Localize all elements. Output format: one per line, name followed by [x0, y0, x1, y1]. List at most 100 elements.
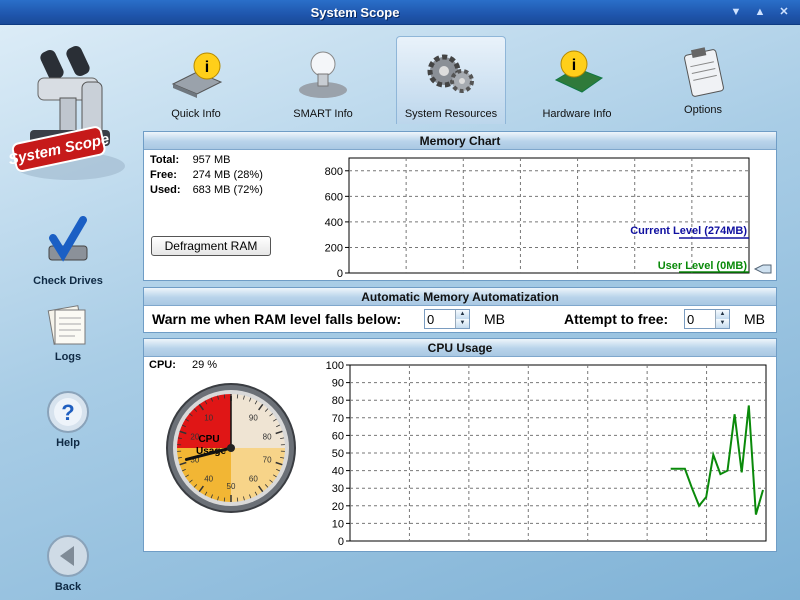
- attempt-up-arrow-icon[interactable]: ▲: [715, 310, 729, 319]
- tab-quick-info[interactable]: i Quick Info: [141, 36, 251, 124]
- warn-down-arrow-icon[interactable]: ▼: [455, 319, 469, 328]
- y-tick-label: 30: [332, 483, 344, 495]
- cpu-usage-title: CPU Usage: [144, 339, 776, 357]
- warn-up-arrow-icon[interactable]: ▲: [455, 310, 469, 319]
- cpu-usage-panel: CPU Usage CPU: 29 % 10 20 30 40 50 60 70 80 90 CP…: [143, 338, 777, 552]
- tab-options-label: Options: [684, 104, 722, 116]
- gauge-tick-label: 10: [204, 413, 213, 422]
- window-title: System Scope: [310, 5, 400, 20]
- tab-options[interactable]: Options: [648, 36, 758, 120]
- gauge-tick-label: 90: [249, 413, 258, 422]
- gauge-tick-label: 40: [204, 475, 213, 484]
- tab-system-resources[interactable]: System Resources: [396, 36, 506, 124]
- memory-chart-panel: Memory Chart Total: 957 MB Free: 274 MB (2…: [143, 131, 777, 281]
- info-board-icon: i: [554, 50, 604, 93]
- gauge-tick: [223, 394, 226, 399]
- memory-chart-title: Memory Chart: [144, 132, 776, 150]
- gauge-hub: [227, 444, 235, 452]
- y-tick-label: 200: [325, 242, 343, 254]
- y-tick-label: 0: [338, 536, 344, 548]
- attempt-free-spinner[interactable]: ▲ ▼: [684, 309, 730, 329]
- back-arrow-icon: [47, 535, 89, 577]
- total-label: Total:: [150, 154, 180, 166]
- warn-threshold-input[interactable]: [427, 312, 455, 326]
- gears-icon: [427, 54, 474, 93]
- help-button[interactable]: ? Help: [20, 390, 116, 449]
- plot-area: [348, 157, 750, 274]
- current-level-label: Current Level (274MB): [630, 225, 747, 237]
- check-drives-button[interactable]: Check Drives: [20, 216, 116, 287]
- check-drives-icon: [48, 216, 88, 262]
- info-disk-icon: i: [171, 52, 223, 98]
- cpu-label: CPU:: [149, 359, 176, 371]
- warn-threshold-spinner[interactable]: ▲ ▼: [424, 309, 470, 329]
- y-tick-label: 800: [325, 166, 343, 178]
- y-tick-label: 20: [332, 501, 344, 513]
- tab-hardware-info[interactable]: i Hardware Info: [522, 36, 632, 124]
- gauge-tick-label: 60: [249, 475, 258, 484]
- y-tick-label: 0: [337, 268, 343, 280]
- cpu-gauge: 102030405060708090CPUUsage: [166, 383, 296, 513]
- user-level-label: User Level (0MB): [658, 260, 748, 272]
- cpu-value: 29 %: [192, 359, 218, 371]
- svg-text:i: i: [572, 57, 576, 74]
- y-tick-label: 60: [332, 430, 344, 442]
- tab-smart-info[interactable]: SMART Info: [268, 36, 378, 124]
- attempt-label: Attempt to free:: [564, 311, 669, 327]
- automation-title: Automatic Memory Automatization: [144, 288, 776, 306]
- gauge-tick-label: 70: [263, 456, 272, 465]
- gauge-tick: [223, 497, 226, 502]
- y-tick-label: 70: [332, 413, 344, 425]
- y-tick-label: 600: [325, 191, 343, 203]
- help-icon: ?: [47, 391, 89, 433]
- memory-chart: 0 200 400 600 800 Current Level (274MB) User L…: [325, 157, 772, 280]
- svg-text:?: ?: [61, 400, 74, 425]
- tab-hardware-info-label: Hardware Info: [542, 108, 612, 120]
- system-scope-logo: System Scope: [7, 38, 133, 188]
- y-tick-label: 90: [332, 378, 344, 390]
- level-slider-icon: [753, 264, 772, 274]
- back-label: Back: [54, 581, 82, 593]
- logs-button[interactable]: Logs: [20, 302, 116, 363]
- smart-bulb-icon: [299, 51, 347, 98]
- memory-automation-panel: Automatic Memory Automatization Warn me …: [143, 287, 777, 333]
- total-value: 957 MB: [192, 154, 231, 166]
- tab-quick-info-label: Quick Info: [171, 108, 221, 120]
- used-value: 683 MB (72%): [192, 184, 263, 196]
- title-bar: System Scope ▼ ▲ ✕: [0, 0, 800, 25]
- y-tick-label: 40: [332, 466, 344, 478]
- warn-unit: MB: [484, 311, 505, 327]
- attempt-unit: MB: [744, 311, 765, 327]
- help-label: Help: [56, 437, 80, 449]
- y-tick-label: 50: [332, 448, 344, 460]
- close-icon[interactable]: ✕: [776, 4, 792, 20]
- attempt-free-input[interactable]: [687, 312, 715, 326]
- minimize-icon[interactable]: ▲: [752, 4, 768, 20]
- y-tick-label: 80: [332, 395, 344, 407]
- y-tick-label: 400: [325, 217, 343, 229]
- gauge-tick: [236, 497, 239, 502]
- y-tick-label: 10: [332, 518, 344, 530]
- gauge-tick: [236, 394, 239, 399]
- gauge-tick-label: 80: [263, 432, 272, 441]
- attempt-down-arrow-icon[interactable]: ▼: [715, 319, 729, 328]
- gauge-tick-label: 50: [227, 482, 236, 491]
- check-drives-label: Check Drives: [33, 275, 103, 287]
- used-label: Used:: [150, 184, 181, 196]
- svg-text:i: i: [205, 59, 209, 76]
- memory-stats: Total: 957 MB Free: 274 MB (28%) Used: 683 …: [148, 152, 275, 199]
- y-tick-label: 100: [326, 360, 344, 372]
- free-label: Free:: [150, 169, 177, 181]
- gauge-label-cpu: CPU: [198, 434, 219, 445]
- logs-label: Logs: [54, 351, 82, 363]
- back-button[interactable]: Back: [20, 534, 116, 593]
- warn-label: Warn me when RAM level falls below:: [152, 311, 402, 327]
- cpu-usage-chart: 0 10 20 30 40 50 60 70 80 90 100: [326, 360, 767, 548]
- defragment-ram-button[interactable]: Defragment RAM: [151, 236, 271, 256]
- clipboard-icon: [684, 47, 724, 97]
- tab-system-resources-label: System Resources: [404, 108, 498, 120]
- logs-icon: [47, 305, 86, 345]
- tab-smart-info-label: SMART Info: [293, 108, 353, 120]
- free-value: 274 MB (28%): [192, 169, 263, 181]
- dropdown-icon[interactable]: ▼: [728, 4, 744, 20]
